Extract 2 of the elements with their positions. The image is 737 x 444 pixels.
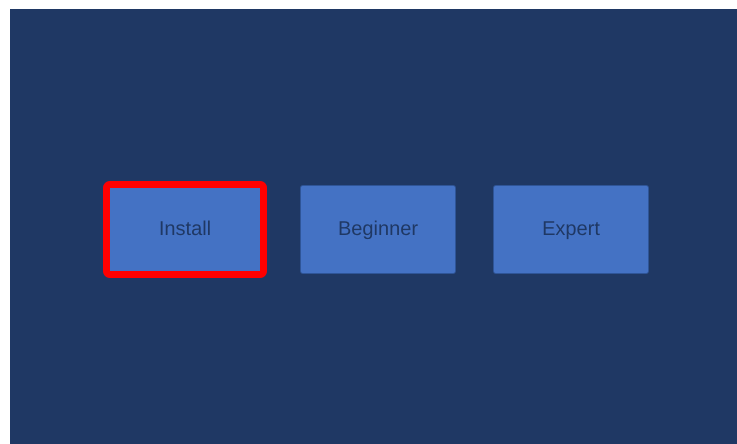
- option-button[interactable]: Expert: [493, 185, 649, 274]
- option-button[interactable]: Beginner: [300, 185, 456, 274]
